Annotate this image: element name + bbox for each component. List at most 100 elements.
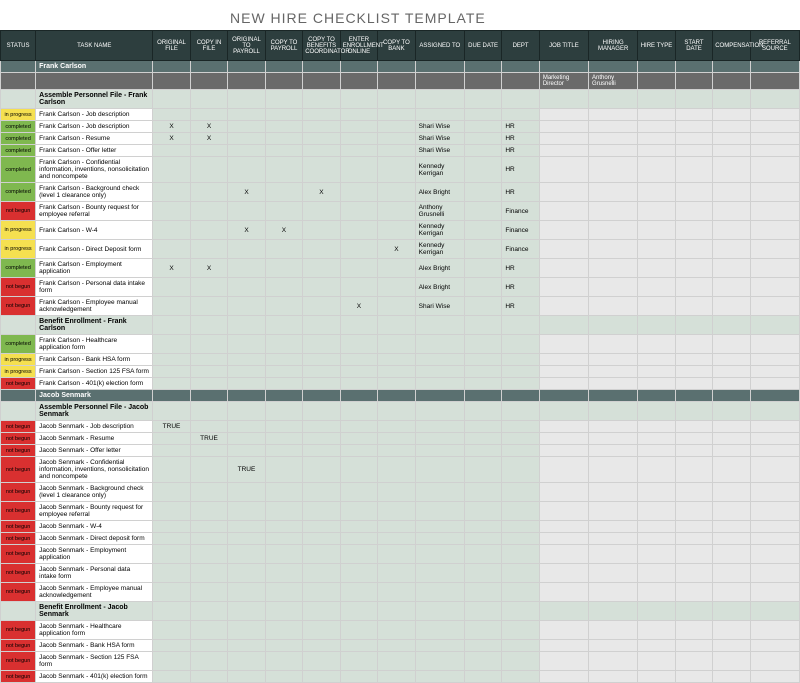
task-cell: Frank Carlson - W-4 [36, 221, 153, 240]
status-cell: not begun [1, 621, 36, 640]
mark-cell [378, 259, 415, 278]
status-cell: completed [1, 183, 36, 202]
mark-cell [153, 652, 190, 671]
task-row: in progressFrank Carlson - W-4XXKennedy … [1, 221, 800, 240]
mark-cell [340, 533, 377, 545]
task-cell: Jacob Senmark - Offer letter [36, 445, 153, 457]
mark-cell [340, 157, 377, 183]
mark-cell [265, 671, 302, 683]
status-cell: in progress [1, 221, 36, 240]
task-cell: Frank Carlson - Confidential information… [36, 157, 153, 183]
mark-cell [378, 652, 415, 671]
task-row: not begunFrank Carlson - Personal data i… [1, 278, 800, 297]
mark-cell [340, 378, 377, 390]
mark-cell [265, 109, 302, 121]
mark-cell [153, 183, 190, 202]
header-13: HIRING MANAGER [589, 31, 638, 61]
mark-cell [378, 457, 415, 483]
mark-cell [190, 621, 227, 640]
mark-cell [378, 583, 415, 602]
status-cell: not begun [1, 583, 36, 602]
mark-cell [190, 366, 227, 378]
status-cell: completed [1, 133, 36, 145]
mark-cell [378, 483, 415, 502]
mark-cell [378, 545, 415, 564]
mark-cell [265, 378, 302, 390]
mark-cell [340, 545, 377, 564]
mark-cell [228, 121, 265, 133]
mark-cell [228, 564, 265, 583]
mark-cell [228, 671, 265, 683]
task-row: completedFrank Carlson - ResumeXXShari W… [1, 133, 800, 145]
mark-cell [265, 533, 302, 545]
mark-cell [340, 583, 377, 602]
mark-cell [340, 183, 377, 202]
mark-cell [190, 502, 227, 521]
task-row: not begunJacob Senmark - Direct deposit … [1, 533, 800, 545]
task-cell: Jacob Senmark - W-4 [36, 521, 153, 533]
mark-cell [153, 366, 190, 378]
mark-cell [265, 297, 302, 316]
header-6: COPY TO BENEFITS COORDINATOR [303, 31, 340, 61]
mark-cell [153, 445, 190, 457]
task-cell: Frank Carlson - Section 125 FSA form [36, 366, 153, 378]
task-row: completedFrank Carlson - Background chec… [1, 183, 800, 202]
status-cell: not begun [1, 278, 36, 297]
mark-cell [265, 545, 302, 564]
mark-cell: X [190, 259, 227, 278]
mark-cell [153, 145, 190, 157]
status-cell: not begun [1, 445, 36, 457]
status-cell: not begun [1, 640, 36, 652]
task-cell: Jacob Senmark - Bank HSA form [36, 640, 153, 652]
task-row: not begunJacob Senmark - Section 125 FSA… [1, 652, 800, 671]
task-row: not begunFrank Carlson - Employee manual… [1, 297, 800, 316]
mark-cell [378, 183, 415, 202]
mark-cell [303, 354, 340, 366]
header-14: HIRE TYPE [638, 31, 675, 61]
mark-cell [303, 259, 340, 278]
mark-cell [228, 278, 265, 297]
status-cell: not begun [1, 457, 36, 483]
header-10: DUE DATE [464, 31, 501, 61]
mark-cell [340, 640, 377, 652]
mark-cell [378, 533, 415, 545]
task-row: not begunFrank Carlson - Bounty request … [1, 202, 800, 221]
mark-cell [378, 671, 415, 683]
mark-cell [340, 671, 377, 683]
mark-cell [378, 564, 415, 583]
mark-cell [340, 457, 377, 483]
task-row: in progressFrank Carlson - Direct Deposi… [1, 240, 800, 259]
task-cell: Jacob Senmark - Employee manual acknowle… [36, 583, 153, 602]
mark-cell [190, 157, 227, 183]
mark-cell [153, 354, 190, 366]
mark-cell: X [265, 221, 302, 240]
task-cell: Frank Carlson - Background check (level … [36, 183, 153, 202]
header-11: DEPT [502, 31, 539, 61]
mark-cell [340, 202, 377, 221]
mark-cell [228, 483, 265, 502]
mark-cell [228, 109, 265, 121]
task-row: not begunJacob Senmark - Bank HSA form [1, 640, 800, 652]
mark-cell [378, 640, 415, 652]
task-row: not begunJacob Senmark - ResumeTRUE [1, 433, 800, 445]
mark-cell: X [228, 183, 265, 202]
checklist-table: STATUSTASK NAMEORIGINAL FILECOPY IN FILE… [0, 30, 800, 683]
mark-cell [378, 121, 415, 133]
header-0: STATUS [1, 31, 36, 61]
mark-cell [265, 183, 302, 202]
mark-cell [265, 278, 302, 297]
task-row: not begunJacob Senmark - Healthcare appl… [1, 621, 800, 640]
mark-cell [190, 145, 227, 157]
employee-name-row: Frank Carlson [1, 61, 800, 73]
mark-cell [378, 433, 415, 445]
status-cell: not begun [1, 297, 36, 316]
mark-cell [153, 378, 190, 390]
task-row: completedFrank Carlson - Employment appl… [1, 259, 800, 278]
task-cell: Jacob Senmark - Job description [36, 421, 153, 433]
mark-cell [228, 297, 265, 316]
mark-cell [303, 457, 340, 483]
mark-cell [303, 583, 340, 602]
mark-cell [265, 202, 302, 221]
mark-cell: X [153, 121, 190, 133]
mark-cell [190, 533, 227, 545]
